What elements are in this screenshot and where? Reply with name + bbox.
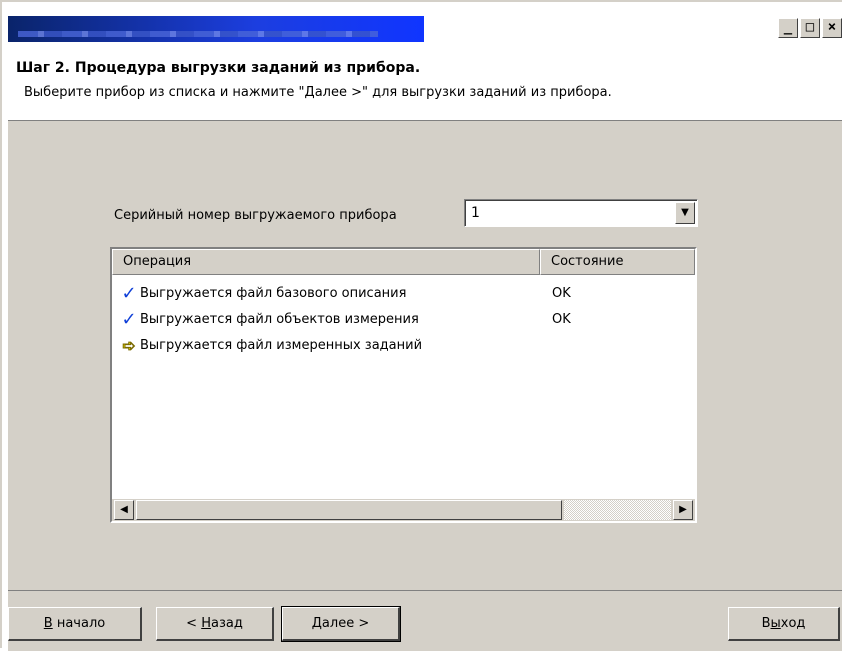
list-header: Операция Состояние	[112, 249, 695, 275]
back-button-mnemonic: Н	[201, 616, 211, 631]
exit-button[interactable]: Выход	[728, 607, 840, 641]
next-button[interactable]: Далее >	[281, 606, 401, 642]
minimize-button[interactable]: _	[778, 18, 798, 38]
step-description: Выберите прибор из списка и нажмите "Дал…	[24, 85, 612, 100]
next-button-mnemonic: Д	[311, 616, 322, 631]
status-text: OK	[552, 312, 571, 327]
operation-text: Выгружается файл базового описания	[140, 286, 407, 301]
back-button-label: азад	[210, 616, 243, 631]
yellow-arrow-icon: ➪	[122, 336, 136, 356]
start-button-label: начало	[52, 616, 106, 631]
list-item[interactable]: ➪ Выгружается файл измеренных заданий	[112, 333, 695, 359]
checkmark-icon: ✓	[121, 309, 137, 330]
title-text-blurred	[18, 31, 378, 37]
status-text: OK	[552, 286, 571, 301]
wizard-footer: В начало < Назад Далее > Выход	[8, 590, 842, 651]
operation-text: Выгружается файл измеренных заданий	[140, 338, 423, 353]
operation-text: Выгружается файл объектов измерения	[140, 312, 419, 327]
window-controls: _ □ ×	[778, 18, 842, 38]
wizard-header: Шаг 2. Процедура выгрузки заданий из при…	[8, 42, 842, 121]
back-button-prefix: <	[186, 616, 202, 631]
list-item[interactable]: ✓ Выгружается файл объектов измерения OK	[112, 307, 695, 333]
exit-button-label-end: ход	[780, 616, 806, 631]
serial-number-combobox[interactable]: 1 ▼	[464, 199, 698, 227]
scroll-right-icon[interactable]: ▶	[673, 500, 693, 520]
close-button[interactable]: ×	[822, 18, 842, 38]
title-bar-gradient	[8, 16, 424, 42]
start-button-mnemonic: В	[43, 616, 53, 631]
start-button[interactable]: В начало	[8, 607, 142, 641]
exit-button-label-start: В	[761, 616, 771, 631]
column-header-operation[interactable]: Операция	[112, 249, 540, 275]
maximize-button[interactable]: □	[800, 18, 820, 38]
scrollbar-thumb[interactable]	[136, 500, 562, 520]
operations-list[interactable]: Операция Состояние ✓ Выгружается файл ба…	[110, 247, 697, 523]
checkmark-icon: ✓	[121, 283, 137, 304]
step-title: Шаг 2. Процедура выгрузки заданий из при…	[16, 60, 421, 76]
scroll-left-icon[interactable]: ◀	[114, 500, 134, 520]
serial-number-value: 1	[471, 205, 480, 221]
dropdown-arrow-icon[interactable]: ▼	[675, 202, 695, 224]
column-header-status[interactable]: Состояние	[540, 249, 695, 275]
back-button[interactable]: < Назад	[156, 607, 274, 641]
scrollbar-track[interactable]	[564, 500, 671, 520]
wizard-window: _ □ × Шаг 2. Процедура выгрузки заданий …	[0, 0, 842, 651]
title-bar[interactable]: _ □ ×	[8, 16, 842, 42]
serial-number-label: Серийный номер выгружаемого прибора	[114, 208, 397, 223]
next-button-label: алее >	[321, 616, 370, 631]
exit-button-mnemonic: ы	[770, 616, 781, 631]
horizontal-scrollbar[interactable]: ◀ ▶	[112, 499, 695, 521]
list-item[interactable]: ✓ Выгружается файл базового описания OK	[112, 281, 695, 307]
